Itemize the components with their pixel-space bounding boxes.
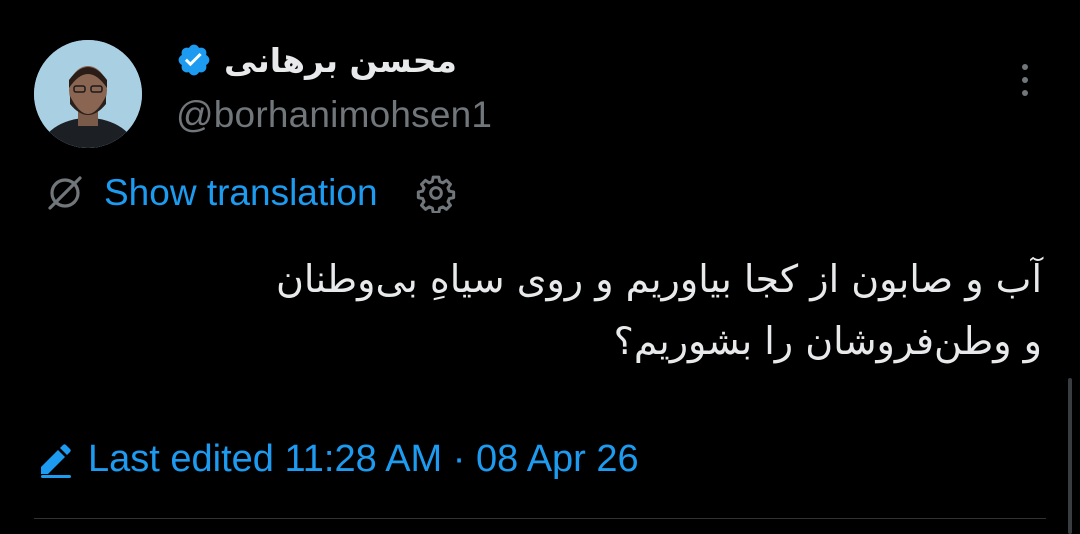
tweet-card: محسن برهانی @borhanimohsen1 Show transla… — [0, 0, 1080, 534]
last-edited-link[interactable]: Last edited 11:28 AM · 08 Apr 26 — [88, 438, 639, 481]
last-edited-row[interactable]: Last edited 11:28 AM · 08 Apr 26 — [36, 432, 639, 486]
scrollbar[interactable] — [1068, 378, 1072, 534]
tweet-text-line: آب و صابون از کجا بیاوریم و روی سیاهِ بی… — [275, 257, 1042, 301]
dot — [1022, 90, 1028, 96]
author-display-name: محسن برهانی — [224, 40, 457, 80]
avatar[interactable] — [34, 40, 142, 148]
profile-photo — [34, 40, 142, 148]
divider — [34, 518, 1046, 519]
dot — [1022, 77, 1028, 83]
tweet-text: آب و صابون از کجا بیاوریم و روی سیاهِ بی… — [32, 248, 1042, 372]
gear-icon[interactable] — [416, 173, 456, 213]
dot — [1022, 64, 1028, 70]
pencil-edit-icon — [36, 439, 76, 479]
author-name-row[interactable]: محسن برهانی — [176, 36, 457, 84]
tweet-text-line: و وطن‌فروشان را بشوریم؟ — [613, 319, 1042, 363]
show-translation-row[interactable]: Show translation — [40, 168, 456, 218]
translate-icon — [40, 168, 90, 218]
verified-badge-icon — [176, 42, 212, 78]
show-translation-link[interactable]: Show translation — [104, 172, 378, 214]
author-handle[interactable]: @borhanimohsen1 — [176, 94, 492, 136]
more-vertical-icon[interactable] — [1014, 60, 1036, 100]
